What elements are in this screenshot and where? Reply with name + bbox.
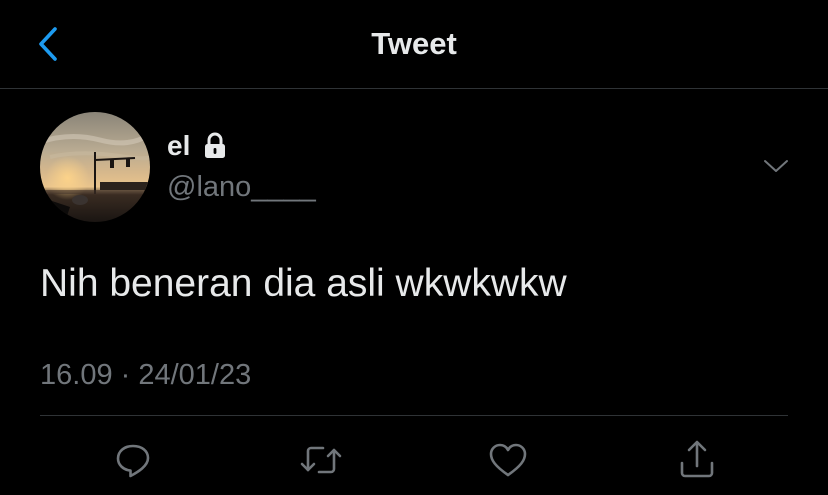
page-title: Tweet <box>371 26 457 61</box>
user-handle[interactable]: @lano____ <box>167 168 316 206</box>
chevron-down-icon <box>764 160 788 172</box>
tweet-text: Nih beneran dia asli wkwkwkw <box>40 262 567 305</box>
tweet-timestamp[interactable]: 16.09 · 24/01/23 <box>40 356 251 394</box>
more-options-button[interactable] <box>756 150 796 182</box>
tweet-detail-screen: Tweet el @lano____ Nih beneran dia asli … <box>0 0 828 495</box>
avatar[interactable] <box>40 112 150 222</box>
share-button[interactable] <box>675 438 719 482</box>
like-button[interactable] <box>486 438 530 482</box>
display-name[interactable]: el <box>167 128 190 164</box>
reply-icon <box>116 444 150 478</box>
divider <box>40 415 788 416</box>
share-icon <box>680 440 714 478</box>
reply-button[interactable] <box>111 438 155 482</box>
avatar-photo <box>40 112 150 222</box>
retweet-icon <box>300 446 342 474</box>
lock-icon <box>200 131 230 161</box>
like-icon <box>489 443 527 477</box>
retweet-button[interactable] <box>299 438 343 482</box>
top-nav-bar: Tweet <box>0 0 828 89</box>
author-name-row: el <box>167 128 230 164</box>
